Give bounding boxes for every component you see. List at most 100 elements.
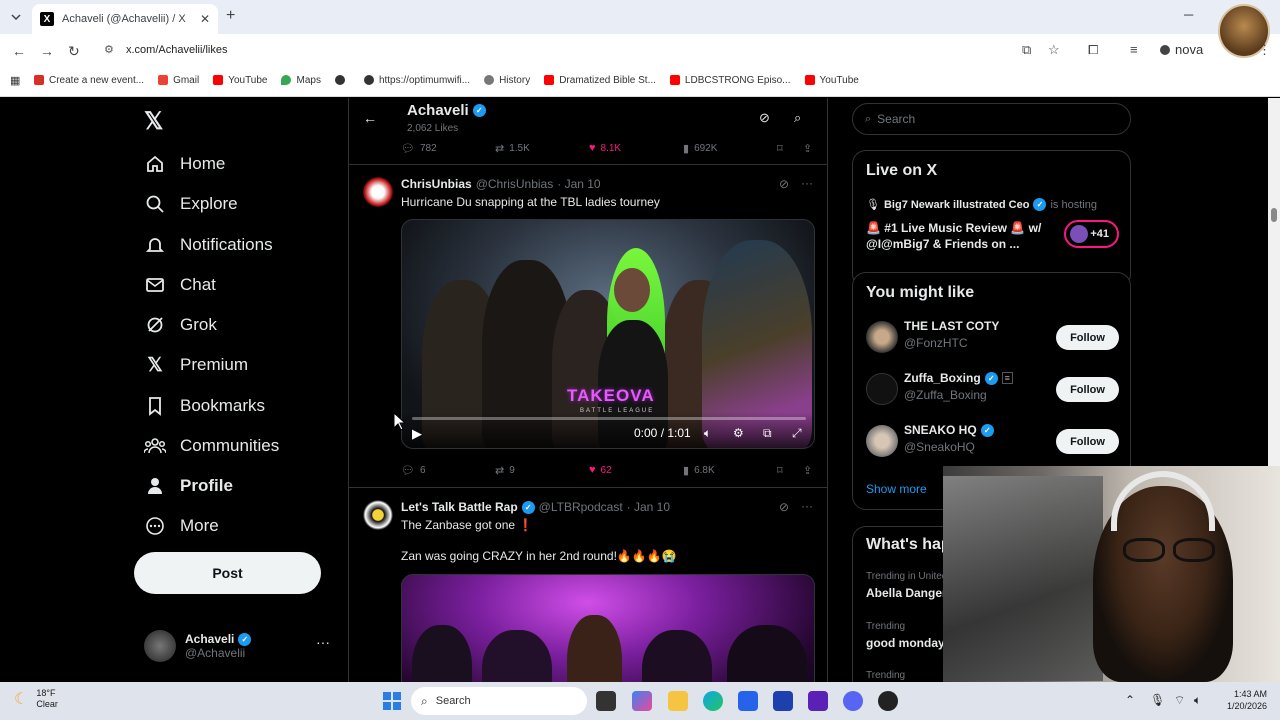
back-icon[interactable]: ←: [12, 43, 26, 59]
tweet-date[interactable]: · Jan 10: [627, 500, 670, 514]
author-handle[interactable]: @ChrisUnbias: [476, 177, 554, 191]
share-button[interactable]: ⇪: [803, 464, 817, 477]
views-button[interactable]: ▮ 6.8K: [683, 464, 715, 477]
tweet[interactable]: Let's Talk Battle Rap ✓ @LTBRpodcast · J…: [349, 488, 827, 682]
views-button[interactable]: ▮ 692K: [683, 142, 717, 155]
reload-icon[interactable]: ↻: [68, 43, 80, 60]
profile-chip[interactable]: nova: [1160, 42, 1203, 57]
chevron-up-icon[interactable]: ⌃: [1125, 693, 1135, 707]
volume-icon[interactable]: 🔈︎: [704, 426, 711, 441]
store-icon[interactable]: [738, 691, 758, 711]
browser-tab[interactable]: X Achaveli (@Achavelii) / X ✕: [32, 4, 218, 34]
nav-premium[interactable]: 𝕏 Premium: [144, 354, 248, 376]
bookmark-button[interactable]: ⌑: [777, 142, 788, 155]
grok-icon[interactable]: ⊘: [779, 500, 789, 514]
like-button[interactable]: ♥ 8.1K: [589, 142, 621, 154]
settings-icon[interactable]: ⚙: [733, 426, 744, 440]
tab-search-icon[interactable]: [6, 7, 26, 27]
back-arrow-icon[interactable]: ←: [363, 110, 377, 126]
taskbar-search[interactable]: ⌕ Search: [411, 687, 587, 715]
scrollbar-thumb[interactable]: [1271, 208, 1277, 222]
follow-suggestion[interactable]: SNEAKO HQ ✓ @SneakoHQ Follow: [866, 421, 1121, 461]
repost-button[interactable]: ⇄ 9: [495, 464, 515, 477]
tab-close-icon[interactable]: ✕: [200, 12, 210, 26]
copilot-icon[interactable]: [632, 691, 652, 711]
nav-chat[interactable]: Chat: [144, 274, 216, 296]
edge-icon[interactable]: [703, 691, 723, 711]
bookmark-item[interactable]: YouTube: [213, 75, 267, 86]
nav-bookmarks[interactable]: Bookmarks: [144, 395, 265, 417]
avatar[interactable]: [363, 177, 393, 207]
repost-button[interactable]: ⇄ 1.5K: [495, 142, 530, 155]
nav-profile[interactable]: Profile: [144, 475, 233, 497]
account-switcher[interactable]: Achaveli ✓ @Achavelii ···: [144, 628, 340, 664]
weather-widget[interactable]: ☾ 18°F Clear: [14, 688, 58, 710]
nav-communities[interactable]: Communities: [144, 435, 279, 457]
grok-icon[interactable]: ⊘: [759, 110, 770, 126]
search-input[interactable]: ⌕ Search: [852, 103, 1131, 135]
nav-explore[interactable]: Explore: [144, 193, 238, 215]
fullscreen-icon[interactable]: ⤢: [792, 426, 802, 441]
bookmark-button[interactable]: ⌑: [777, 464, 788, 477]
app-icon[interactable]: [878, 691, 898, 711]
outlook-icon[interactable]: [773, 691, 793, 711]
nav-more[interactable]: More: [144, 515, 219, 537]
more-icon[interactable]: ···: [801, 499, 813, 513]
share-button[interactable]: ⇪: [803, 142, 817, 155]
video-player[interactable]: [401, 574, 815, 682]
reply-button[interactable]: 💬︎ 782: [401, 142, 437, 155]
live-host[interactable]: 🎙︎ Big7 Newark illustrated Ceo ✓ is host…: [866, 198, 1097, 211]
bookmark-item[interactable]: LDBCSTRONG Episo...: [669, 75, 791, 86]
author-name[interactable]: Let's Talk Battle Rap: [401, 500, 518, 514]
forward-icon[interactable]: →: [40, 43, 54, 59]
minimize-icon[interactable]: ─: [1184, 7, 1193, 22]
author-handle[interactable]: @LTBRpodcast: [539, 500, 623, 514]
install-app-icon[interactable]: ⧉: [1022, 42, 1031, 58]
bookmark-item[interactable]: https://optimumwifi...: [363, 75, 470, 86]
grok-icon[interactable]: ⊘: [779, 177, 789, 191]
bookmark-item[interactable]: Dramatized Bible St...: [544, 75, 656, 86]
follow-suggestion[interactable]: Zuffa_Boxing ✓ ≡ @Zuffa_Boxing Follow: [866, 369, 1121, 409]
trend-item[interactable]: Trending good monday: [866, 621, 945, 650]
system-clock[interactable]: 1:43 AM 1/20/2026: [1215, 688, 1267, 712]
discord-icon[interactable]: [843, 691, 863, 711]
star-icon[interactable]: ☆: [1048, 42, 1060, 58]
follow-button[interactable]: Follow: [1056, 325, 1119, 350]
media-icon[interactable]: ≡: [1130, 42, 1138, 57]
bookmark-item[interactable]: YouTube: [804, 75, 859, 86]
avatar[interactable]: [363, 500, 393, 530]
post-button[interactable]: Post: [134, 552, 321, 594]
reply-button[interactable]: 💬︎ 6: [401, 464, 426, 477]
more-icon[interactable]: ···: [801, 176, 813, 190]
site-info-icon[interactable]: ⚙: [104, 43, 114, 56]
trend-item[interactable]: Trending: [866, 670, 905, 681]
new-tab-button[interactable]: +: [226, 7, 235, 25]
extensions-icon[interactable]: ⧠: [1088, 42, 1098, 58]
app-icon[interactable]: [808, 691, 828, 711]
follow-button[interactable]: Follow: [1056, 377, 1119, 402]
address-bar[interactable]: ⚙ x.com/Achavelii/likes: [98, 39, 1168, 61]
nav-home[interactable]: Home: [144, 153, 225, 175]
file-explorer-icon[interactable]: [668, 691, 688, 711]
bookmark-item[interactable]: Maps: [281, 75, 321, 86]
task-view-icon[interactable]: [596, 691, 616, 711]
video-progress[interactable]: [412, 417, 806, 420]
video-player[interactable]: TAKEOVA BATTLE LEAGUE ▶ 0:00 / 1:01 🔈︎ ⚙…: [401, 219, 815, 449]
bookmark-item[interactable]: [334, 75, 350, 85]
bookmark-item[interactable]: History: [484, 75, 530, 86]
x-logo-icon[interactable]: 𝕏: [144, 107, 163, 136]
bookmark-item[interactable]: Gmail: [158, 75, 199, 86]
apps-icon[interactable]: ▦: [10, 74, 20, 87]
mic-icon[interactable]: 🎙︎: [1150, 693, 1165, 707]
follow-suggestion[interactable]: THE LAST COTY @FonzHTC Follow: [866, 317, 1121, 357]
volume-icon[interactable]: 🔈︎: [1194, 693, 1201, 708]
wifi-icon[interactable]: ⌔: [1174, 693, 1185, 708]
more-icon[interactable]: ···: [316, 634, 330, 650]
start-button[interactable]: [383, 692, 401, 710]
play-icon[interactable]: ▶: [412, 426, 422, 442]
nav-grok[interactable]: Grok: [144, 314, 217, 336]
tweet[interactable]: ChrisUnbias @ChrisUnbias · Jan 10 ⊘ ··· …: [349, 165, 827, 487]
search-icon[interactable]: ⌕: [794, 110, 801, 126]
like-button[interactable]: ♥ 62: [589, 464, 612, 476]
pip-icon[interactable]: ⧉: [763, 426, 772, 441]
